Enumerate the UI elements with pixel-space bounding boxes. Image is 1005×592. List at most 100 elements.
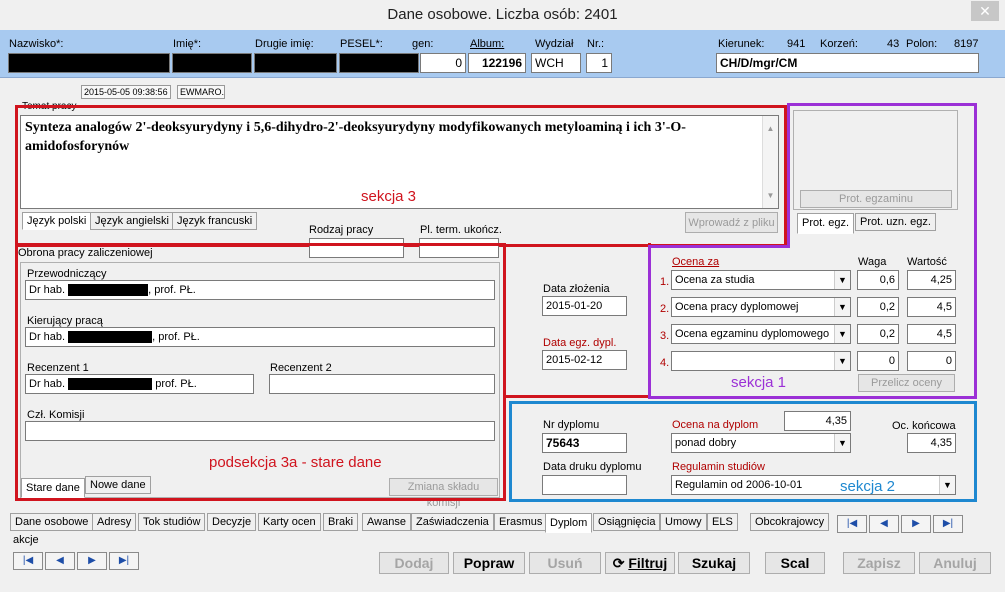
ocena-select-2[interactable]: Ocena pracy dyplomowej ▼: [671, 297, 851, 317]
oc-koncowa-label: Oc. końcowa: [892, 420, 956, 432]
oc-koncowa-field[interactable]: 4,35: [907, 433, 956, 453]
podsekcja3a-annotation: podsekcja 3a - stare dane: [209, 454, 382, 471]
last-action-icon[interactable]: ▶|: [109, 552, 139, 570]
tab-karty-ocen[interactable]: Karty ocen: [258, 513, 321, 531]
tab-decyzje[interactable]: Decyzje: [207, 513, 257, 531]
tab-els[interactable]: ELS: [707, 513, 738, 531]
regulamin-select[interactable]: Regulamin od 2006-10-01 ▼: [671, 475, 956, 495]
purple-line: [648, 245, 651, 399]
chevron-down-icon[interactable]: ▼: [834, 325, 850, 343]
regulamin-value: Regulamin od 2006-10-01: [675, 479, 803, 491]
title-bar: Dane osobowe. Liczba osób: 2401 ✕: [0, 0, 1005, 30]
row-num: 3.: [660, 330, 670, 342]
waga-field-1[interactable]: 0,6: [857, 270, 899, 290]
ocena-select-3[interactable]: Ocena egzaminu dyplomowego ▼: [671, 324, 851, 344]
prev-action-icon[interactable]: ◀: [45, 552, 75, 570]
tab-erasmus[interactable]: Erasmus: [494, 513, 548, 531]
chevron-down-icon[interactable]: ▼: [834, 298, 850, 316]
purple-line: [648, 396, 977, 399]
first-action-icon[interactable]: |◀: [13, 552, 43, 570]
przelicz-oceny-button[interactable]: Przelicz oceny: [858, 374, 955, 392]
ocena-select-1[interactable]: Ocena za studia ▼: [671, 270, 851, 290]
pesel-label: PESEL*:: [340, 38, 383, 50]
wartosc-label: Wartość: [907, 256, 947, 268]
chevron-down-icon[interactable]: ▼: [939, 476, 955, 494]
row-num: 2.: [660, 303, 670, 315]
regulamin-label: Regulamin studiów: [672, 461, 765, 473]
ocena-na-dyplom-num-field[interactable]: 4,35: [784, 411, 851, 431]
waga-field-3[interactable]: 0,2: [857, 324, 899, 344]
wartosc-field-4[interactable]: 0: [907, 351, 956, 371]
purple-line: [787, 103, 977, 106]
wartosc-field-3[interactable]: 4,5: [907, 324, 956, 344]
nazwisko-field[interactable]: [8, 53, 170, 73]
chevron-down-icon[interactable]: ▼: [834, 271, 850, 289]
tab-obcokrajowcy[interactable]: Obcokrajowcy: [750, 513, 830, 531]
prot-egzaminu-button[interactable]: Prot. egzaminu: [800, 190, 952, 208]
nr-dyplomu-field[interactable]: 75643: [542, 433, 627, 453]
tab-dane-osobowe[interactable]: Dane osobowe: [10, 513, 94, 531]
wartosc-field-1[interactable]: 4,25: [907, 270, 956, 290]
last-record-icon[interactable]: ▶|: [933, 515, 963, 533]
purple-line: [787, 103, 790, 248]
drugie-imie-field[interactable]: [254, 53, 337, 73]
ocena-select-4[interactable]: ▼: [671, 351, 851, 371]
tab-umowy[interactable]: Umowy: [660, 513, 707, 531]
data-zlozenia-label: Data złożenia: [543, 283, 610, 295]
tab-tok-studiow[interactable]: Tok studiów: [138, 513, 206, 531]
tab-zaswiadczenia[interactable]: Zaświadczenia: [411, 513, 494, 531]
tab-prot-uzn-egz[interactable]: Prot. uzn. egz.: [855, 213, 936, 231]
data-druku-field[interactable]: [542, 475, 627, 495]
nr-label: Nr.:: [587, 38, 605, 50]
wydzial-field[interactable]: WCH: [531, 53, 581, 73]
tab-osiagniecia[interactable]: Osiągnięcia: [593, 513, 661, 531]
chevron-down-icon[interactable]: ▼: [834, 352, 850, 370]
usun-button[interactable]: Usuń: [529, 552, 601, 574]
album-field[interactable]: 122196: [468, 53, 526, 73]
timestamp-box: 2015-05-05 09:38:56: [81, 85, 171, 99]
ocena-za-label: Ocena za: [672, 256, 720, 268]
pl-term-label: Pl. term. ukończ.: [420, 224, 502, 236]
popraw-button[interactable]: Popraw: [453, 552, 525, 574]
prev-record-icon[interactable]: ◀: [869, 515, 899, 533]
filtruj-button[interactable]: ⟳ Filtruj: [605, 552, 675, 574]
tab-adresy[interactable]: Adresy: [92, 513, 137, 531]
path-field[interactable]: CH/D/mgr/CM: [716, 53, 979, 73]
purple-line: [648, 245, 790, 248]
first-record-icon[interactable]: |◀: [837, 515, 867, 533]
next-record-icon[interactable]: ▶: [901, 515, 931, 533]
waga-field-2[interactable]: 0,2: [857, 297, 899, 317]
szukaj-button[interactable]: Szukaj: [678, 552, 750, 574]
sekcja2-annotation: sekcja 2: [840, 478, 896, 495]
row-num: 4.: [660, 357, 670, 369]
nr-field[interactable]: 1: [586, 53, 612, 73]
ocena-na-dyplom-select[interactable]: ponad dobry ▼: [671, 433, 851, 453]
data-egz-field[interactable]: 2015-02-12: [542, 350, 627, 370]
sekcja3-annotation: sekcja 3: [361, 188, 417, 205]
sekcja1-frame-top: [648, 103, 792, 248]
close-icon[interactable]: ✕: [971, 1, 999, 21]
sekcja1-annotation: sekcja 1: [731, 374, 787, 391]
dodaj-button[interactable]: Dodaj: [379, 552, 449, 574]
gen-field[interactable]: 0: [420, 53, 466, 73]
wartosc-field-2[interactable]: 4,5: [907, 297, 956, 317]
podsekcja3a-frame-ext: [503, 243, 651, 398]
tab-prot-egz[interactable]: Prot. egz.: [797, 213, 855, 234]
chevron-down-icon[interactable]: ▼: [834, 434, 850, 452]
scal-button[interactable]: Scal: [765, 552, 825, 574]
nr-dyplomu-label: Nr dyplomu: [543, 419, 600, 431]
ocena-select-value: Ocena egzaminu dyplomowego: [675, 328, 830, 340]
wydzial-label: Wydział: [535, 38, 574, 50]
data-zlozenia-field[interactable]: 2015-01-20: [542, 296, 627, 316]
tab-braki[interactable]: Braki: [323, 513, 359, 531]
waga-field-4[interactable]: 0: [857, 351, 899, 371]
zapisz-button[interactable]: Zapisz: [843, 552, 915, 574]
tab-dyplom[interactable]: Dyplom: [545, 513, 593, 533]
anuluj-button[interactable]: Anuluj: [919, 552, 991, 574]
pesel-field[interactable]: [339, 53, 419, 73]
ocena-select-value: Ocena za studia: [675, 274, 755, 286]
tab-awanse[interactable]: Awanse: [362, 513, 411, 531]
gen-label: gen:: [412, 38, 434, 50]
next-action-icon[interactable]: ▶: [77, 552, 107, 570]
imie-field[interactable]: [172, 53, 252, 73]
